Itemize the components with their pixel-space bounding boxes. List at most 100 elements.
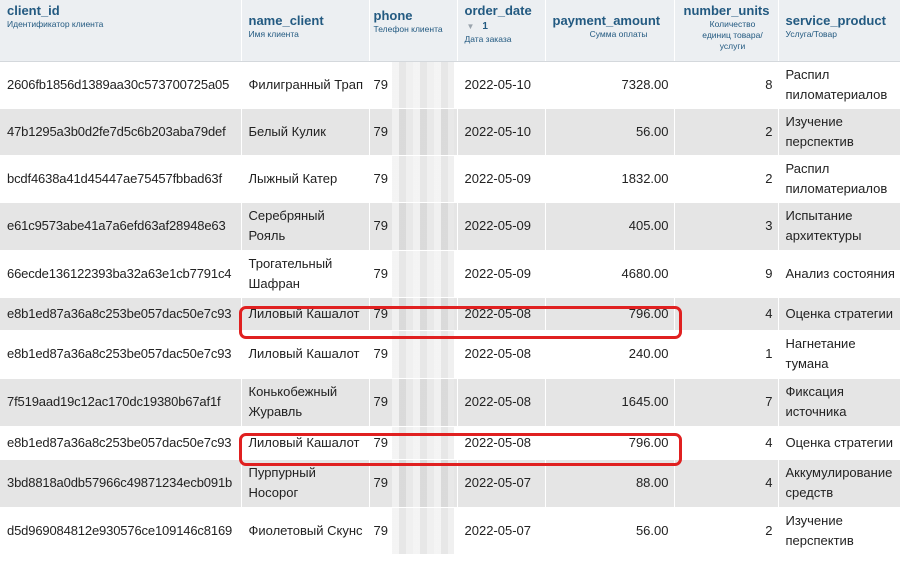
column-name[interactable]: phone [374,8,453,24]
sort-indicator[interactable]: ▼ 1 [467,21,541,33]
cell-service-product[interactable]: Фиксация источника [778,378,900,427]
cell-order-date[interactable]: 2022-05-10 [457,61,546,109]
cell-service-product[interactable]: Распил пиломатериалов [778,61,900,109]
cell-phone[interactable]: 79 [369,378,458,427]
cell-number-units[interactable]: 2 [674,108,779,156]
cell-order-date[interactable]: 2022-05-09 [457,250,546,298]
table-row[interactable]: e8b1ed87a36a8c253be057dac50e7c93 Лиловый … [0,426,900,460]
cell-phone[interactable]: 79 [369,250,458,298]
column-header-client-id[interactable]: client_id Идентификатор клиента [0,0,242,62]
column-header-name-client[interactable]: name_client Имя клиента [241,0,370,62]
cell-phone[interactable]: 79 [369,330,458,379]
cell-number-units[interactable]: 9 [674,250,779,298]
cell-name-client[interactable]: Конькобежный Журавль [241,378,370,427]
cell-client-id[interactable]: 2606fb1856d1389aa30c573700725a05 [0,61,242,109]
cell-number-units[interactable]: 2 [674,155,779,203]
column-header-payment-amount[interactable]: payment_amount Сумма оплаты [545,0,675,62]
cell-order-date[interactable]: 2022-05-09 [457,202,546,251]
cell-service-product[interactable]: Распил пиломатериалов [778,155,900,203]
cell-client-id[interactable]: d5d969084812e930576ce109146c8169 [0,507,242,555]
cell-service-product[interactable]: Нагнетание тумана [778,330,900,379]
cell-service-product[interactable]: Изучение перспектив [778,507,900,555]
cell-payment-amount[interactable]: 1832.00 [545,155,675,203]
cell-phone[interactable]: 79 [369,202,458,251]
cell-client-id[interactable]: e8b1ed87a36a8c253be057dac50e7c93 [0,330,242,379]
cell-client-id[interactable]: bcdf4638a41d45447ae75457fbbad63f [0,155,242,203]
cell-number-units[interactable]: 4 [674,459,779,508]
cell-number-units[interactable]: 4 [674,426,779,460]
cell-phone[interactable]: 79 [369,459,458,508]
cell-order-date[interactable]: 2022-05-08 [457,378,546,427]
cell-order-date[interactable]: 2022-05-08 [457,330,546,379]
cell-client-id[interactable]: e8b1ed87a36a8c253be057dac50e7c93 [0,297,242,331]
cell-phone[interactable]: 79 [369,507,458,555]
column-name[interactable]: client_id [7,3,237,19]
cell-payment-amount[interactable]: 240.00 [545,330,675,379]
table-row[interactable]: 3bd8818a0db57966c49871234ecb091b Пурпурны… [0,459,900,508]
table-row[interactable]: e8b1ed87a36a8c253be057dac50e7c93 Лиловый … [0,330,900,379]
table-row[interactable]: 7f519aad19c12ac170dc19380b67af1f Конькобе… [0,378,900,427]
cell-client-id[interactable]: e8b1ed87a36a8c253be057dac50e7c93 [0,426,242,460]
column-name[interactable]: number_units [682,3,770,19]
cell-service-product[interactable]: Аккумулирование средств [778,459,900,508]
cell-number-units[interactable]: 2 [674,507,779,555]
cell-payment-amount[interactable]: 56.00 [545,507,675,555]
cell-payment-amount[interactable]: 796.00 [545,297,675,331]
cell-payment-amount[interactable]: 56.00 [545,108,675,156]
cell-name-client[interactable]: Белый Кулик [241,108,370,156]
cell-name-client[interactable]: Фиолетовый Скунс [241,507,370,555]
cell-order-date[interactable]: 2022-05-09 [457,155,546,203]
cell-order-date[interactable]: 2022-05-08 [457,297,546,331]
cell-client-id[interactable]: 47b1295a3b0d2fe7d5c6b203aba79def [0,108,242,156]
column-header-order-date[interactable]: order_date ▼ 1 Дата заказа [457,0,546,62]
cell-name-client[interactable]: Трогательный Шафран [241,250,370,298]
cell-payment-amount[interactable]: 7328.00 [545,61,675,109]
cell-phone[interactable]: 79 [369,108,458,156]
cell-client-id[interactable]: 66ecde136122393ba32a63e1cb7791c4 [0,250,242,298]
cell-service-product[interactable]: Изучение перспектив [778,108,900,156]
cell-name-client[interactable]: Лыжный Катер [241,155,370,203]
column-header-service-product[interactable]: service_product Услуга/Товар [778,0,900,62]
column-name[interactable]: service_product [786,13,896,29]
cell-order-date[interactable]: 2022-05-07 [457,507,546,555]
cell-order-date[interactable]: 2022-05-08 [457,426,546,460]
cell-name-client[interactable]: Пурпурный Носорог [241,459,370,508]
column-name[interactable]: name_client [249,13,365,29]
cell-payment-amount[interactable]: 405.00 [545,202,675,251]
cell-service-product[interactable]: Испытание архитектуры [778,202,900,251]
cell-number-units[interactable]: 4 [674,297,779,331]
cell-phone[interactable]: 79 [369,297,458,331]
cell-number-units[interactable]: 7 [674,378,779,427]
table-row[interactable]: d5d969084812e930576ce109146c8169 Фиолетов… [0,507,900,555]
table-row[interactable]: bcdf4638a41d45447ae75457fbbad63f Лыжный К… [0,155,900,203]
cell-phone[interactable]: 79 [369,155,458,203]
column-name[interactable]: payment_amount [553,13,661,29]
cell-payment-amount[interactable]: 4680.00 [545,250,675,298]
column-header-phone[interactable]: phone Телефон клиента [369,0,458,62]
cell-service-product[interactable]: Анализ состояния [778,250,900,298]
cell-client-id[interactable]: 3bd8818a0db57966c49871234ecb091b [0,459,242,508]
cell-name-client[interactable]: Лиловый Кашалот [241,297,370,331]
cell-service-product[interactable]: Оценка стратегии [778,297,900,331]
cell-number-units[interactable]: 3 [674,202,779,251]
cell-client-id[interactable]: 7f519aad19c12ac170dc19380b67af1f [0,378,242,427]
cell-payment-amount[interactable]: 1645.00 [545,378,675,427]
cell-payment-amount[interactable]: 88.00 [545,459,675,508]
cell-order-date[interactable]: 2022-05-07 [457,459,546,508]
cell-payment-amount[interactable]: 796.00 [545,426,675,460]
cell-number-units[interactable]: 8 [674,61,779,109]
cell-number-units[interactable]: 1 [674,330,779,379]
table-row[interactable]: 2606fb1856d1389aa30c573700725a05 Филигран… [0,61,900,109]
cell-phone[interactable]: 79 [369,61,458,109]
cell-name-client[interactable]: Лиловый Кашалот [241,426,370,460]
cell-client-id[interactable]: e61c9573abe41a7a6efd63af28948e63 [0,202,242,251]
cell-name-client[interactable]: Филигранный Трап [241,61,370,109]
cell-name-client[interactable]: Лиловый Кашалот [241,330,370,379]
table-row[interactable]: e8b1ed87a36a8c253be057dac50e7c93 Лиловый … [0,297,900,331]
cell-name-client[interactable]: Серебряный Рояль [241,202,370,251]
table-row[interactable]: 66ecde136122393ba32a63e1cb7791c4 Трогател… [0,250,900,298]
table-row[interactable]: 47b1295a3b0d2fe7d5c6b203aba79def Белый Ку… [0,108,900,156]
cell-phone[interactable]: 79 [369,426,458,460]
cell-order-date[interactable]: 2022-05-10 [457,108,546,156]
cell-service-product[interactable]: Оценка стратегии [778,426,900,460]
